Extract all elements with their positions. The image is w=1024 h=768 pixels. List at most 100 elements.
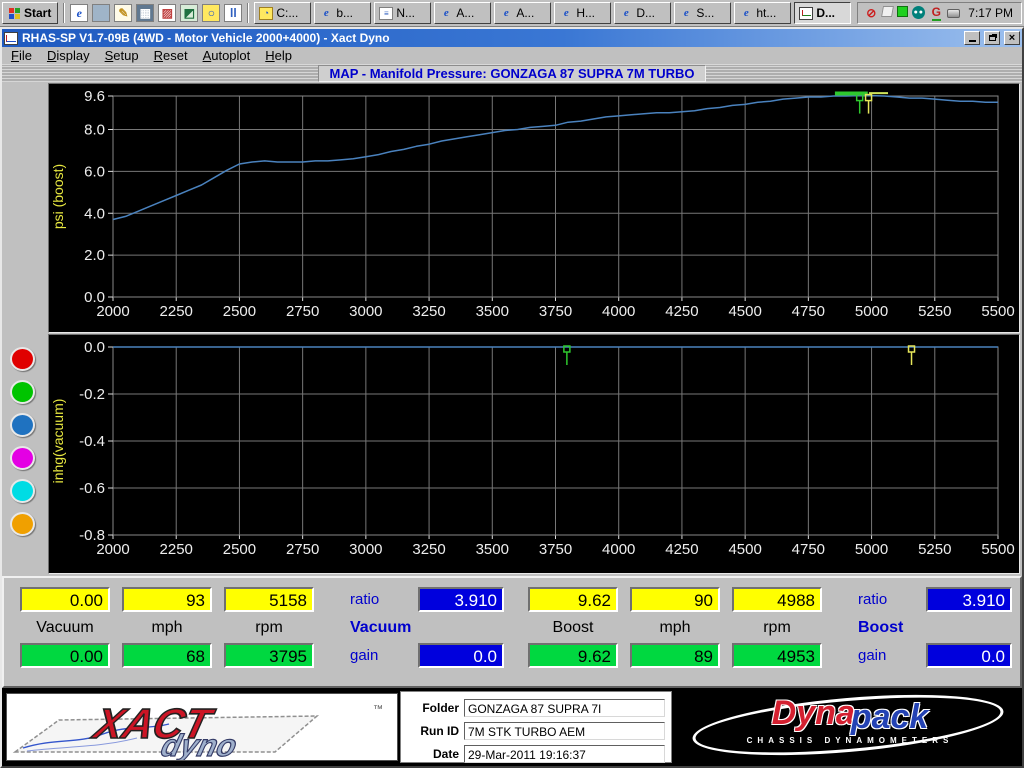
run-color-button-1[interactable]	[10, 347, 35, 371]
info-label: Run ID	[403, 724, 459, 738]
close-button[interactable]: ×	[1004, 31, 1020, 45]
task-button-label: H...	[576, 6, 595, 20]
run-color-buttons	[10, 347, 44, 536]
svg-text:3500: 3500	[476, 303, 509, 320]
vacuum-chart-region: 2000225025002750300032503500375040004250…	[2, 333, 1022, 576]
svg-text:6.0: 6.0	[84, 163, 105, 180]
info-row-date: Date29-Mar-2011 19:16:37	[403, 745, 665, 763]
blocked-icon[interactable]: ⊘	[864, 6, 878, 20]
chart-title-strip: MAP - Manifold Pressure: GONZAGA 87 SUPR…	[2, 65, 1022, 82]
taskbar: Start e✎▦▨◩○ll ◔C:...eb...≡N...eA...eA..…	[0, 0, 1024, 27]
boost-chart-region: 2000225025002750300032503500375040004250…	[2, 82, 1022, 333]
ie-icon: e	[619, 7, 633, 20]
menu-display[interactable]: Display	[40, 47, 98, 64]
run-color-button-6[interactable]	[10, 512, 35, 536]
task-button-6[interactable]: eH...	[554, 2, 611, 24]
task-button-9[interactable]: eht...	[734, 2, 791, 24]
svg-text:4250: 4250	[665, 541, 698, 558]
mph-value-yellow: 90	[630, 587, 720, 612]
gain-value: 0.0	[418, 643, 504, 668]
ie-icon: e	[679, 7, 693, 20]
menu-help[interactable]: Help	[258, 47, 300, 64]
run-info-panel: FolderGONZAGA 87 SUPRA 7I Run ID 7M STK TU…	[400, 691, 672, 763]
boost-chart[interactable]: 2000225025002750300032503500375040004250…	[49, 84, 1019, 333]
info-value-folder[interactable]: GONZAGA 87 SUPRA 7I	[464, 699, 665, 717]
svg-text:3750: 3750	[539, 303, 572, 320]
task-button-4[interactable]: eA...	[434, 2, 491, 24]
task-button-8[interactable]: eS...	[674, 2, 731, 24]
svg-text:9.6: 9.6	[84, 88, 105, 105]
svg-text:2750: 2750	[286, 541, 319, 558]
boost-value-green: 9.62	[528, 643, 618, 668]
notepad-icon[interactable]: ✎	[114, 4, 132, 22]
g-icon[interactable]: G	[929, 6, 943, 20]
task-button-7[interactable]: eD...	[614, 2, 671, 24]
mph-column-label: mph	[122, 618, 212, 637]
vacuum-chart[interactable]: 2000225025002750300032503500375040004250…	[49, 335, 1019, 573]
title-bar[interactable]: RHAS-SP V1.7-09B (4WD - Motor Vehicle 20…	[2, 29, 1022, 47]
menu-autoplot[interactable]: Autoplot	[196, 47, 259, 64]
ratio-label: ratio	[326, 587, 406, 612]
search-icon: ◔	[259, 7, 273, 20]
bottom-strip: XACT dyno ™ FolderGONZAGA 87 SUPRA 7IRun…	[2, 688, 1022, 766]
channels-icon[interactable]	[92, 4, 110, 22]
info-value-date[interactable]: 29-Mar-2011 19:16:37	[464, 745, 665, 763]
svg-text:3250: 3250	[412, 541, 445, 558]
svg-text:2.0: 2.0	[84, 247, 105, 264]
columns-icon[interactable]: ll	[224, 4, 242, 22]
svg-text:8.0: 8.0	[84, 122, 105, 139]
mph-value-green: 68	[122, 643, 212, 668]
task-button-3[interactable]: ≡N...	[374, 2, 431, 24]
task-button-label: A...	[456, 6, 474, 20]
ie-icon[interactable]: e	[70, 4, 88, 22]
task-button-10[interactable]: D...	[794, 2, 851, 24]
boost-chart-panel: 2000225025002750300032503500375040004250…	[48, 83, 1020, 333]
vacuum-chart-panel: 2000225025002750300032503500375040004250…	[48, 334, 1020, 574]
minimize-button[interactable]	[964, 31, 980, 45]
svg-text:2500: 2500	[223, 541, 256, 558]
search-icon[interactable]: ○	[202, 4, 220, 22]
rpm-value-green: 4953	[732, 643, 822, 668]
menu-file[interactable]: File	[4, 47, 40, 64]
svg-text:0.0: 0.0	[84, 339, 105, 356]
notepad-icon: ≡	[379, 7, 393, 20]
task-button-5[interactable]: eA...	[494, 2, 551, 24]
mph-value-yellow: 93	[122, 587, 212, 612]
calculator-icon[interactable]: ▦	[136, 4, 154, 22]
printer-icon[interactable]	[947, 9, 960, 18]
green-square-icon[interactable]	[897, 6, 908, 17]
app-icon	[4, 32, 18, 45]
run-color-button-4[interactable]	[10, 446, 35, 470]
run-color-button-5[interactable]	[10, 479, 35, 503]
chart-title: MAP - Manifold Pressure: GONZAGA 87 SUPR…	[318, 65, 705, 82]
rpm-value-yellow: 4988	[732, 587, 822, 612]
svg-text:-0.6: -0.6	[79, 480, 105, 497]
vacuum-readout-group: 0.00 93 5158 ratio 3.910 Vacuum mph rpm …	[4, 578, 512, 686]
start-label: Start	[24, 6, 51, 20]
info-row-folder: FolderGONZAGA 87 SUPRA 7I	[403, 699, 665, 717]
start-button[interactable]: Start	[2, 2, 58, 24]
svg-text:-0.8: -0.8	[79, 527, 105, 544]
eraser-icon[interactable]	[881, 6, 894, 17]
task-button-label: D...	[636, 6, 655, 20]
task-button-1[interactable]: ◔C:...	[254, 2, 311, 24]
dynapack-word-red: Dyna	[772, 694, 855, 732]
svg-text:2250: 2250	[160, 541, 193, 558]
svg-text:3000: 3000	[349, 303, 382, 320]
svg-text:4000: 4000	[602, 303, 635, 320]
run-color-button-3[interactable]	[10, 413, 35, 437]
paint-icon[interactable]: ▨	[158, 4, 176, 22]
task-button-2[interactable]: eb...	[314, 2, 371, 24]
teal-circle-icon[interactable]: ●●	[912, 6, 925, 19]
menu-reset[interactable]: Reset	[147, 47, 196, 64]
menu-setup[interactable]: Setup	[98, 47, 147, 64]
imaging-icon[interactable]: ◩	[180, 4, 198, 22]
svg-text:4250: 4250	[665, 303, 698, 320]
ratio-value: 3.910	[926, 587, 1012, 612]
rpm-column-label: rpm	[732, 618, 822, 637]
restore-button[interactable]	[984, 31, 1000, 45]
info-value-run-id[interactable]: 7M STK TURBO AEM	[464, 722, 665, 740]
menu-bar: FileDisplaySetupResetAutoplotHelp	[2, 47, 1022, 65]
run-color-button-2[interactable]	[10, 380, 35, 404]
svg-text:5250: 5250	[918, 541, 951, 558]
